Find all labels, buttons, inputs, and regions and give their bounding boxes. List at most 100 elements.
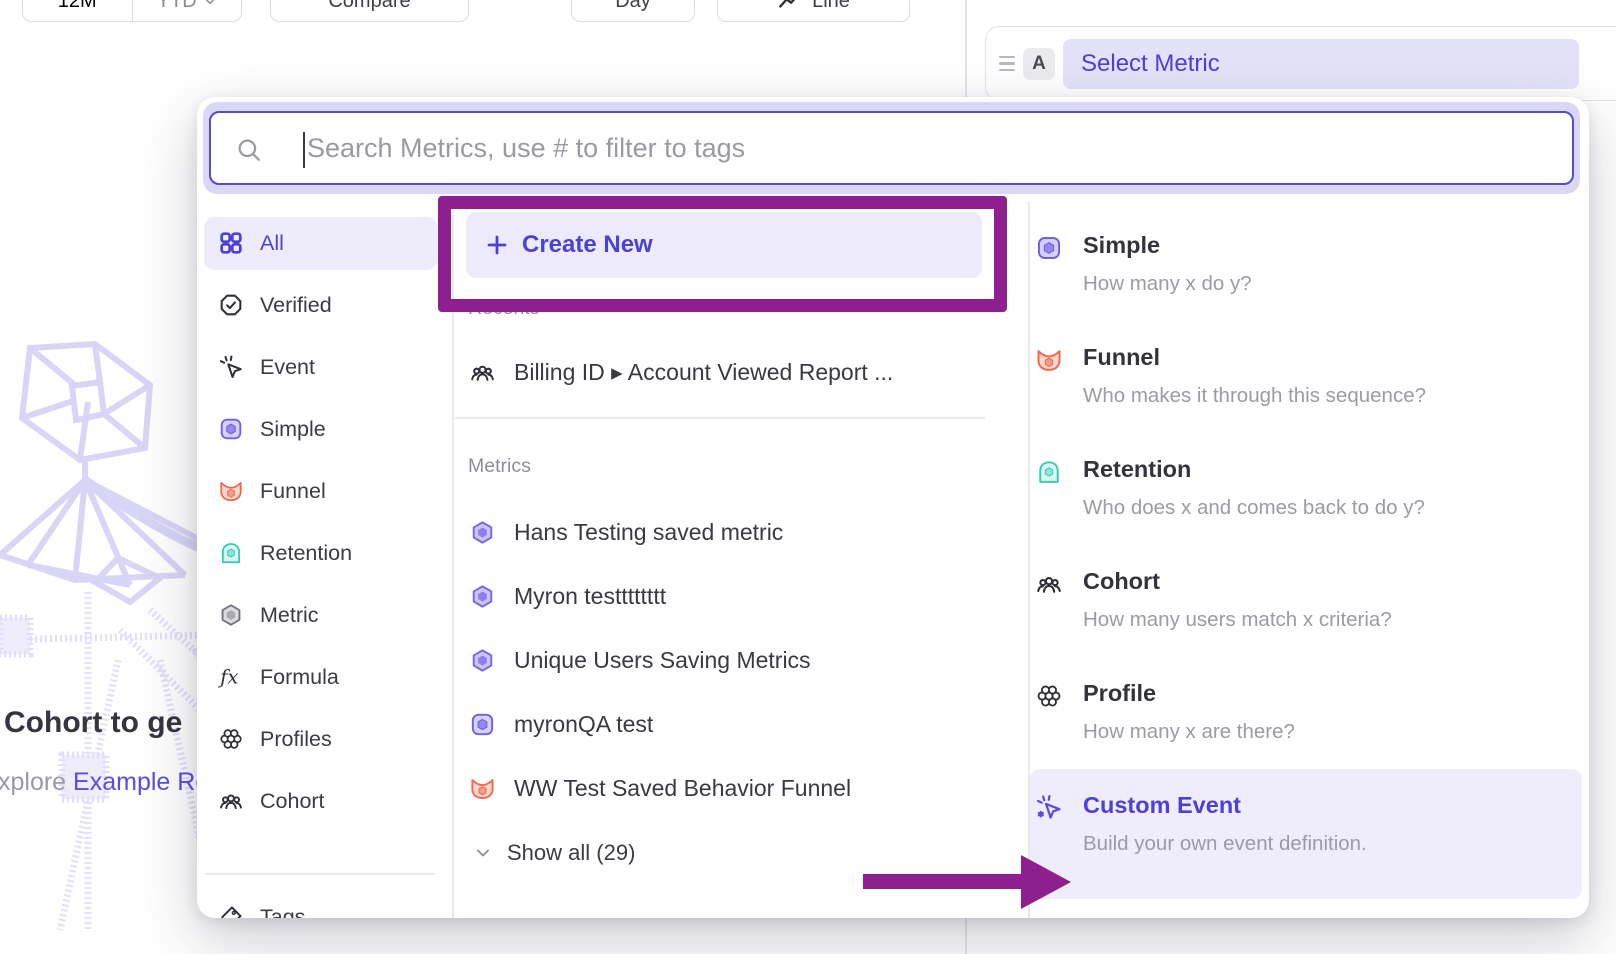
type-title: Custom Event: [1083, 792, 1241, 819]
simple-metric-icon: [469, 711, 496, 738]
custom-event-cursor-icon: [1035, 794, 1063, 822]
range-12m-button[interactable]: 12M: [23, 0, 132, 21]
metric-item-label: Myron testttttttt: [514, 583, 666, 610]
sidebar-item-label: All: [260, 231, 284, 256]
sidebar-item-metric[interactable]: Metric: [197, 589, 447, 641]
chart-type-line-button[interactable]: Line: [717, 0, 910, 22]
sidebar-item-retention[interactable]: Retention: [197, 527, 447, 579]
metric-query-row: A Select Metric: [985, 26, 1616, 101]
verified-badge-icon: [218, 292, 244, 318]
funnel-icon: [469, 775, 496, 802]
create-new-button[interactable]: Create New: [466, 212, 982, 278]
sidebar-item-formula[interactable]: ƒx Formula: [197, 651, 447, 703]
sidebar-item-label: Verified: [260, 293, 332, 318]
type-row-profile[interactable]: Profile How many x are there?: [1029, 680, 1587, 784]
metric-item-label: myronQA test: [514, 711, 653, 738]
metric-list-item[interactable]: Myron testttttttt: [453, 569, 1027, 623]
type-description: How many x do y?: [1083, 272, 1252, 296]
sidebar-item-event[interactable]: Event: [197, 341, 447, 393]
recent-item-label: Billing ID ▸ Account Viewed Report ...: [514, 359, 893, 386]
sidebar-item-tags[interactable]: Tags: [197, 891, 447, 918]
empty-state-headline-fragment: r Cohort to ge: [0, 706, 182, 740]
day-granularity-button[interactable]: Day: [571, 0, 695, 22]
sidebar-item-funnel[interactable]: Funnel: [197, 465, 447, 517]
cohort-people-icon: [218, 788, 244, 814]
metric-hexagon-icon: [218, 602, 244, 628]
compare-button[interactable]: Compare: [270, 0, 469, 22]
date-range-segmented-control[interactable]: 12M YTD: [22, 0, 242, 22]
type-description: How many x are there?: [1083, 720, 1295, 744]
metric-list-item[interactable]: WW Test Saved Behavior Funnel: [453, 761, 1027, 815]
type-description: How many users match x criteria?: [1083, 608, 1392, 632]
sidebar-item-label: Funnel: [260, 479, 326, 504]
simple-metric-icon: [1035, 234, 1063, 262]
search-input[interactable]: [211, 113, 1572, 183]
type-description: Who makes it through this sequence?: [1083, 384, 1426, 408]
day-label: Day: [615, 0, 651, 13]
type-title: Funnel: [1083, 344, 1160, 371]
saved-metric-hexagon-icon: [469, 647, 496, 674]
sidebar-item-verified[interactable]: Verified: [197, 279, 447, 331]
recents-divider: [455, 417, 985, 419]
metrics-section-label: Metrics: [468, 455, 531, 478]
sidebar-item-label: Metric: [260, 603, 319, 628]
sidebar-item-label: Tags: [260, 905, 305, 919]
metric-item-label: Unique Users Saving Metrics: [514, 647, 811, 674]
drag-handle-icon[interactable]: [999, 56, 1015, 71]
retention-icon: [218, 540, 244, 566]
metric-list-item[interactable]: myronQA test: [453, 697, 1027, 751]
type-title: Cohort: [1083, 568, 1160, 595]
event-cursor-icon: [218, 354, 244, 380]
funnel-icon: [218, 478, 244, 504]
funnel-icon: [1035, 346, 1063, 374]
sidebar-item-cohort[interactable]: Cohort: [197, 775, 447, 827]
metric-list-item[interactable]: Hans Testing saved metric: [453, 505, 1027, 559]
recent-item-billing[interactable]: Billing ID ▸ Account Viewed Report ...: [453, 345, 1027, 399]
type-row-custom-event[interactable]: Custom Event Build your own event defini…: [1029, 792, 1587, 896]
sidebar-item-label: Cohort: [260, 789, 325, 814]
show-all-toggle[interactable]: Show all (29): [459, 833, 1019, 873]
explore-prefix: xplore: [0, 768, 73, 796]
sidebar-item-simple[interactable]: Simple: [197, 403, 447, 455]
type-description: Who does x and comes back to do y?: [1083, 496, 1425, 520]
select-metric-button[interactable]: Select Metric: [1063, 39, 1579, 89]
metric-search: [209, 111, 1574, 185]
range-ytd-label: YTD: [157, 0, 197, 13]
type-row-retention[interactable]: Retention Who does x and comes back to d…: [1029, 456, 1587, 560]
metric-item-label: Hans Testing saved metric: [514, 519, 783, 546]
position-badge: A: [1023, 48, 1055, 80]
line-label: Line: [812, 0, 850, 13]
sidebar-item-label: Profiles: [260, 727, 332, 752]
sidebar-item-label: Retention: [260, 541, 352, 566]
recents-section-label: Recents: [468, 297, 540, 320]
sidebar-item-profiles[interactable]: Profiles: [197, 713, 447, 765]
line-chart-icon: [777, 0, 803, 14]
svg-text:ƒx: ƒx: [218, 666, 238, 689]
empty-state-illustration: [0, 330, 210, 950]
formula-icon: ƒx: [218, 664, 244, 690]
select-metric-modal: All Verified Event Simple Funnel Retenti…: [197, 97, 1589, 918]
cohort-people-icon: [1035, 570, 1063, 598]
type-description: Build your own event definition.: [1083, 832, 1367, 856]
retention-icon: [1035, 458, 1063, 486]
saved-metric-hexagon-icon: [469, 519, 496, 546]
saved-metric-hexagon-icon: [469, 583, 496, 610]
profiles-cluster-icon: [218, 726, 244, 752]
sidebar-item-label: Simple: [260, 417, 326, 442]
sidebar-item-all[interactable]: All: [197, 217, 447, 269]
type-title: Profile: [1083, 680, 1156, 707]
type-row-funnel[interactable]: Funnel Who makes it through this sequenc…: [1029, 344, 1587, 448]
type-title: Simple: [1083, 232, 1160, 259]
type-row-simple[interactable]: Simple How many x do y?: [1029, 232, 1587, 336]
compare-label: Compare: [328, 0, 410, 13]
range-ytd-button[interactable]: YTD: [132, 0, 242, 21]
type-row-cohort[interactable]: Cohort How many users match x criteria?: [1029, 568, 1587, 672]
range-12m-label: 12M: [58, 0, 97, 13]
example-reports-link[interactable]: Example Re: [73, 768, 209, 796]
sidebar-item-label: Event: [260, 355, 315, 380]
plus-icon: [486, 234, 508, 256]
chevron-down-icon: [203, 0, 217, 8]
sidebar-item-label: Formula: [260, 665, 339, 690]
metric-list-item[interactable]: Unique Users Saving Metrics: [453, 633, 1027, 687]
empty-state-explore-line: xplore Example Re: [0, 768, 209, 797]
